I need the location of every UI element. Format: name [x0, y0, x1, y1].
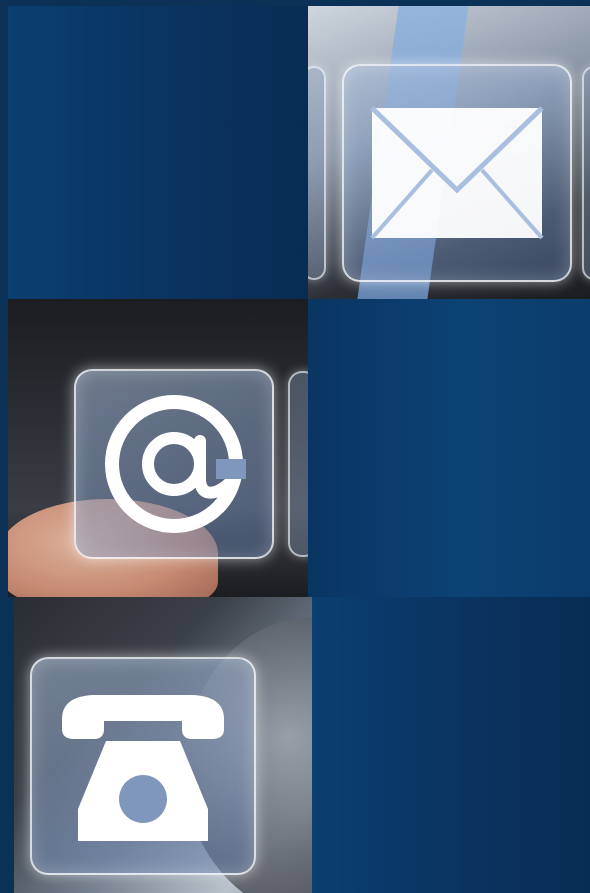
at-sign-button — [74, 369, 274, 559]
at-sign-icon — [105, 395, 246, 533]
blue-tile-middle-right — [308, 299, 590, 597]
partial-button-left — [308, 66, 326, 280]
photo-tile-envelope — [308, 6, 590, 299]
partial-button-right-2 — [288, 371, 308, 557]
photo-tile-telephone — [14, 597, 312, 893]
photo-tile-at-sign — [8, 299, 308, 597]
partial-button-right — [582, 66, 590, 280]
telephone-icon — [62, 695, 224, 841]
blue-tile-top-left — [8, 6, 308, 299]
envelope-button — [342, 64, 572, 282]
telephone-button — [30, 657, 256, 875]
blue-tile-bottom-right — [312, 597, 590, 893]
envelope-icon — [370, 106, 544, 240]
contact-collage — [0, 0, 590, 893]
